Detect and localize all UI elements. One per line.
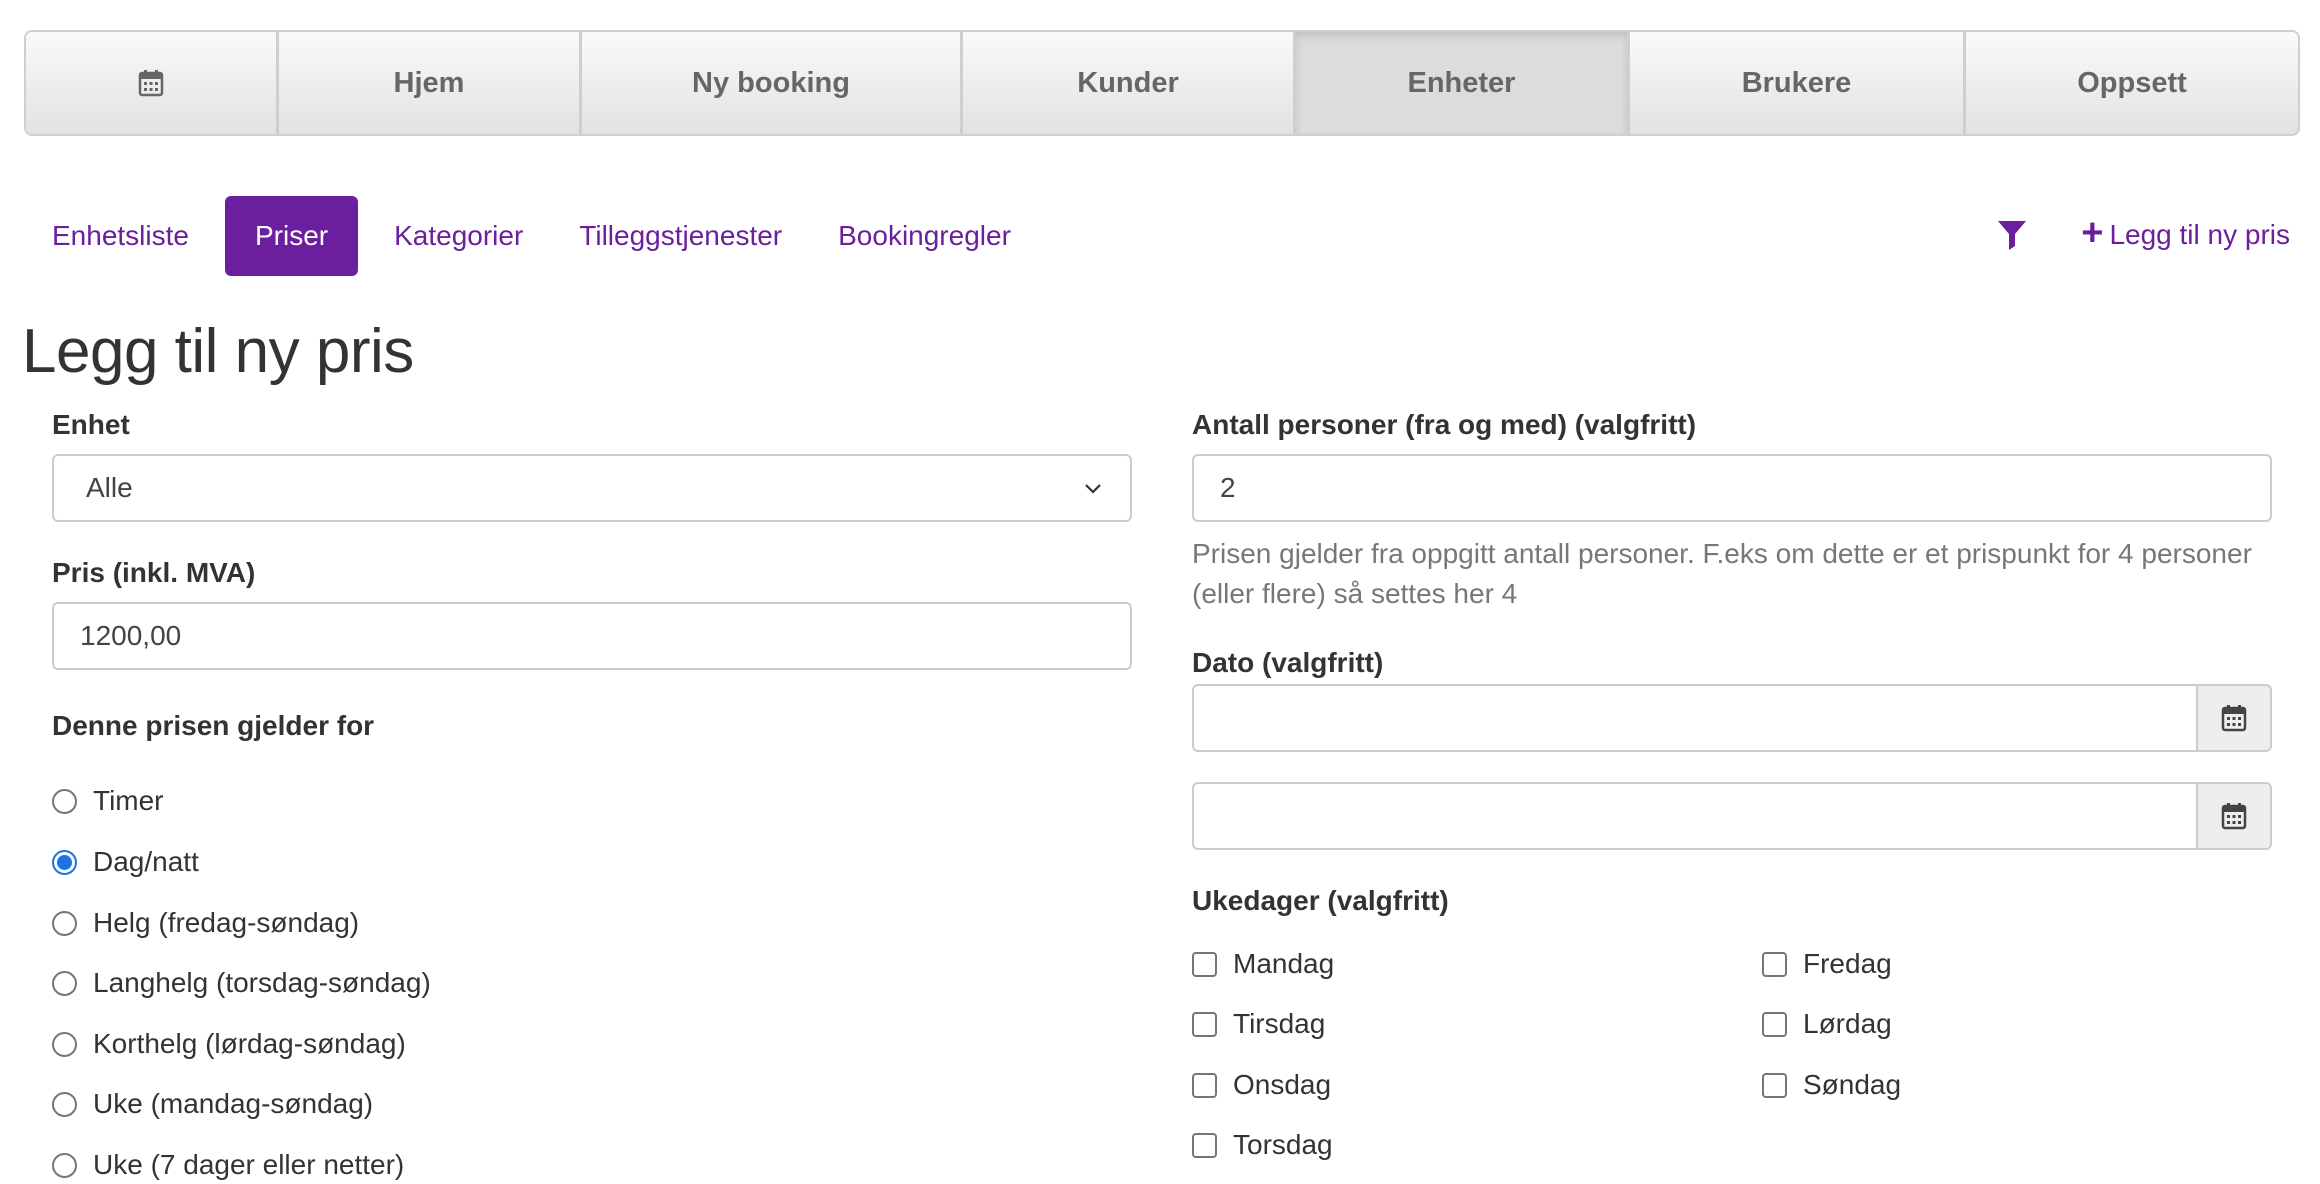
checkbox[interactable] [1762,1011,1787,1037]
date-from-picker-button[interactable] [2196,684,2272,752]
radio-button[interactable] [52,1091,77,1117]
radio-button[interactable] [52,788,77,814]
radio-label: Timer [93,785,164,816]
checkbox-label: Fredag [1803,948,1892,979]
radio-option-timer[interactable]: Timer [52,781,164,821]
add-price-label: Legg til ny pris [2109,219,2290,250]
checkbox[interactable] [1762,951,1787,977]
checkbox-fredag[interactable]: Fredag [1762,944,1892,984]
date-to-input[interactable] [1192,782,2196,850]
tab-bookingregler[interactable]: Bookingregler [810,196,1039,276]
radio-option-dag-natt[interactable]: Dag/natt [52,842,199,882]
checkbox-sondag[interactable]: Søndag [1762,1065,1901,1105]
checkbox-onsdag[interactable]: Onsdag [1192,1065,1331,1105]
checkbox[interactable] [1192,1132,1217,1158]
checkbox-tirsdag[interactable]: Tirsdag [1192,1004,1325,1044]
radio-label: Uke (mandag-søndag) [93,1088,374,1119]
radio-label: Helg (fredag-søndag) [93,907,360,938]
radio-button[interactable] [52,970,77,996]
nav-brukere[interactable]: Brukere [1630,32,1966,134]
calendar-icon [2221,803,2247,830]
unit-select[interactable]: Alle [52,454,1132,522]
persons-help-text: Prisen gjelder fra oppgitt antall person… [1192,538,2252,609]
tab-tilleggstjenester[interactable]: Tilleggstjenester [551,196,810,276]
nav-kunder[interactable]: Kunder [963,32,1296,134]
radio-option-korthelg[interactable]: Korthelg (lørdag-søndag) [52,1024,406,1064]
page-actions: + Legg til ny pris [1995,210,2290,260]
chevron-down-icon [1085,484,1101,494]
radio-option-uke-man-son[interactable]: Uke (mandag-søndag) [52,1084,373,1124]
nav-ny-booking[interactable]: Ny booking [582,32,963,134]
checkbox-torsdag[interactable]: Torsdag [1192,1125,1333,1165]
tab-enhetsliste[interactable]: Enhetsliste [24,196,217,276]
sub-tabs: Enhetsliste Priser Kategorier Tilleggstj… [24,196,1039,276]
filter-icon [1998,221,2027,250]
date-from-group [1192,684,2272,752]
checkbox-lordag[interactable]: Lørdag [1762,1004,1892,1044]
checkbox-label: Lørdag [1803,1008,1892,1039]
applies-to-label: Denne prisen gjelder for [52,710,375,741]
checkbox-label: Mandag [1233,948,1335,979]
unit-select-value: Alle [86,472,133,503]
checkbox[interactable] [1192,1011,1217,1037]
calendar-icon [2221,705,2247,732]
checkbox-label: Søndag [1803,1069,1902,1100]
plus-icon: + [2081,212,2104,254]
radio-button-checked[interactable] [52,849,77,875]
weekdays-label: Ukedager (valgfritt) [1192,885,1449,916]
checkbox[interactable] [1762,1072,1787,1098]
persons-label: Antall personer (fra og med) (valgfritt) [1192,409,1697,440]
add-price-link[interactable]: + Legg til ny pris [2081,214,2290,252]
calendar-icon [138,70,164,97]
radio-label: Uke (7 dager eller netter) [93,1149,405,1180]
checkbox[interactable] [1192,951,1217,977]
checkbox-label: Tirsdag [1233,1008,1326,1039]
nav-oppsett[interactable]: Oppsett [1966,32,2298,134]
checkbox[interactable] [1192,1072,1217,1098]
form-left-column: Enhet Alle Pris (inkl. MVA) 1200,00 Denn… [52,404,1132,1180]
date-to-picker-button[interactable] [2196,782,2272,850]
price-label: Pris (inkl. MVA) [52,557,256,588]
checkbox-label: Torsdag [1233,1129,1333,1160]
radio-label: Korthelg (lørdag-søndag) [93,1028,406,1059]
filter-button[interactable] [1995,218,2029,252]
radio-button[interactable] [52,1152,77,1178]
date-to-group [1192,782,2272,850]
tab-priser[interactable]: Priser [224,196,359,276]
radio-label: Dag/natt [93,846,199,877]
radio-option-langhelg[interactable]: Langhelg (torsdag-søndag) [52,963,431,1003]
radio-button[interactable] [52,1031,77,1057]
date-from-input[interactable] [1192,684,2196,752]
radio-option-helg[interactable]: Helg (fredag-søndag) [52,903,359,943]
tab-kategorier[interactable]: Kategorier [366,196,551,276]
date-label: Dato (valgfritt) [1192,647,1384,678]
radio-option-uke-7-dager[interactable]: Uke (7 dager eller netter) [52,1145,404,1184]
form-right-column: Antall personer (fra og med) (valgfritt)… [1192,404,2272,1160]
radio-label: Langhelg (torsdag-søndag) [93,967,431,998]
unit-label: Enhet [52,409,130,440]
main-nav: Hjem Ny booking Kunder Enheter Brukere O… [24,30,2300,136]
price-input[interactable]: 1200,00 [52,602,1132,670]
persons-input[interactable]: 2 [1192,454,2272,522]
checkbox-mandag[interactable]: Mandag [1192,944,1334,984]
nav-calendar-button[interactable] [26,32,279,134]
radio-button[interactable] [52,910,77,936]
nav-hjem[interactable]: Hjem [279,32,582,134]
page-title: Legg til ny pris [22,317,414,386]
nav-enheter[interactable]: Enheter [1296,32,1630,134]
checkbox-label: Onsdag [1233,1069,1332,1100]
